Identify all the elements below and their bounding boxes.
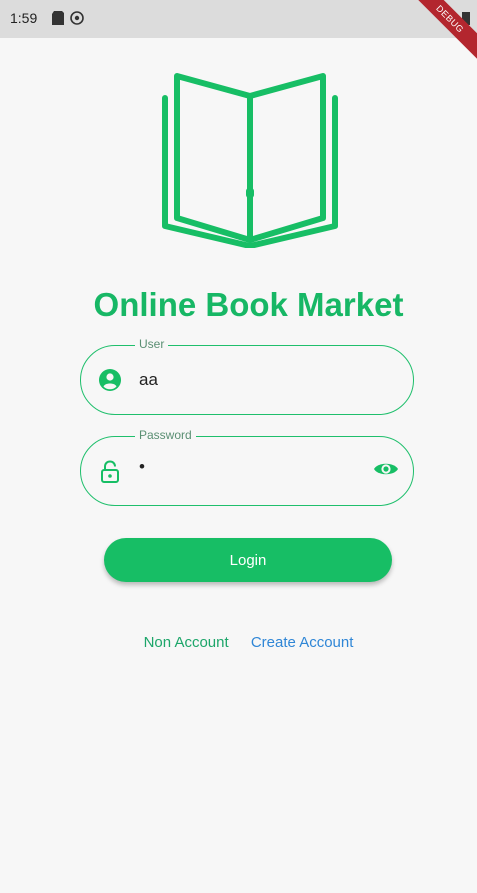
password-field[interactable]: Password • [80, 428, 414, 506]
status-bar: 1:59 [0, 0, 477, 38]
non-account-link[interactable]: Non Account [144, 634, 229, 651]
user-field-label: User [135, 337, 169, 351]
password-input[interactable]: • [139, 457, 145, 477]
password-field-label: Password [135, 428, 196, 442]
lock-icon [99, 460, 121, 489]
user-input[interactable]: aa [139, 370, 158, 390]
login-button[interactable]: Login [104, 538, 392, 582]
sd-card-icon [52, 11, 64, 30]
sync-icon [70, 11, 84, 30]
open-book-icon [155, 68, 345, 253]
eye-icon[interactable] [373, 460, 399, 483]
account-circle-icon [99, 369, 121, 396]
account-links: Non Account Create Account [0, 634, 477, 651]
app-title: Online Book Market [93, 286, 404, 323]
status-time: 1:59 [10, 10, 38, 26]
create-account-link[interactable]: Create Account [251, 634, 354, 651]
user-field[interactable]: User aa [80, 337, 414, 415]
